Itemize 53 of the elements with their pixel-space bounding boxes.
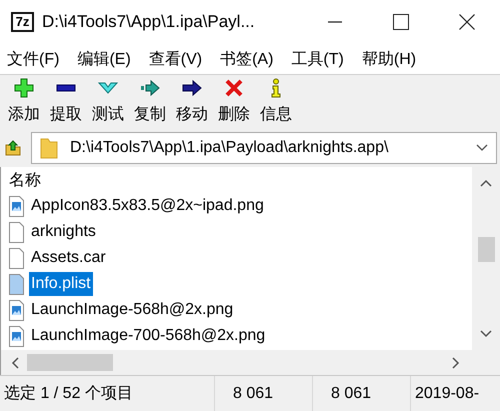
- folder-icon: [40, 137, 58, 159]
- column-header[interactable]: 名称: [9, 167, 472, 193]
- chevron-right-icon: [452, 356, 460, 368]
- status-text: 8 061: [215, 376, 313, 411]
- file-name[interactable]: LaunchImage-700-568h@2x.png: [29, 324, 268, 348]
- file-name[interactable]: LaunchImage-568h@2x.png: [29, 298, 236, 322]
- file-name[interactable]: AppIcon83.5x83.5@2x~ipad.png: [29, 194, 266, 218]
- scrollbar-thumb[interactable]: [478, 237, 494, 262]
- file-name[interactable]: Assets.car: [29, 246, 108, 270]
- maximize-icon: [393, 14, 409, 30]
- file-icon: [9, 248, 24, 268]
- image-file-icon: [9, 326, 24, 346]
- status-text: 8 061: [313, 376, 411, 411]
- scrollbar-thumb[interactable]: [27, 354, 113, 371]
- menu-item[interactable]: 书签(A): [215, 48, 278, 70]
- window-title: D:\i4Tools7\App\1.ipa\Payl...: [42, 12, 256, 32]
- toolbar-button[interactable]: 添加: [3, 75, 45, 127]
- chevron-down-icon: [476, 144, 488, 152]
- chevron-down-icon: [480, 330, 492, 338]
- chevron-left-icon: [11, 356, 19, 368]
- chevron-up-icon: [480, 179, 492, 187]
- horizontal-scrollbar[interactable]: [1, 350, 500, 375]
- menu-item[interactable]: 工具(T): [286, 48, 349, 70]
- menu-item[interactable]: 帮助(H): [356, 48, 422, 70]
- close-icon: [459, 14, 475, 30]
- minimize-icon: [328, 21, 342, 23]
- image-file-icon: [9, 196, 24, 216]
- toolbar-button[interactable]: 提取: [45, 75, 87, 127]
- toolbar-button[interactable]: 复制: [129, 75, 171, 127]
- dotted-arrow-right-icon: [140, 78, 160, 98]
- toolbar-button[interactable]: 删除: [213, 75, 255, 127]
- toolbar-button[interactable]: 测试: [87, 75, 129, 127]
- vertical-scrollbar[interactable]: [472, 167, 500, 350]
- menu-item[interactable]: 编辑(E): [72, 48, 136, 70]
- path-text: D:\i4Tools7\App\1.ipa\Payload\arknights.app\: [70, 139, 390, 157]
- up-folder-button[interactable]: [5, 140, 21, 156]
- file-name[interactable]: arknights: [29, 220, 98, 244]
- folder-up-icon: [5, 140, 21, 156]
- arrow-right-icon: [182, 78, 202, 98]
- menu-item[interactable]: 查看(V): [144, 48, 208, 70]
- file-name[interactable]: Info.plist: [29, 272, 93, 296]
- toolbar-button[interactable]: 信息: [255, 75, 297, 127]
- status-text: 选定 1 / 52 个项目: [0, 376, 215, 411]
- toolbar-button[interactable]: 移动: [171, 75, 213, 127]
- app-logo: 7z: [11, 12, 34, 32]
- status-text: 2019-08-: [414, 384, 480, 404]
- file-icon: [9, 222, 24, 242]
- menu-item[interactable]: 文件(F): [2, 48, 64, 70]
- path-combobox[interactable]: D:\i4Tools7\App\1.ipa\Payload\arknights.app\: [31, 132, 497, 164]
- cross-icon: [224, 78, 244, 98]
- plus-icon: [14, 78, 34, 98]
- image-file-icon: [9, 300, 24, 320]
- file-icon: [9, 274, 24, 294]
